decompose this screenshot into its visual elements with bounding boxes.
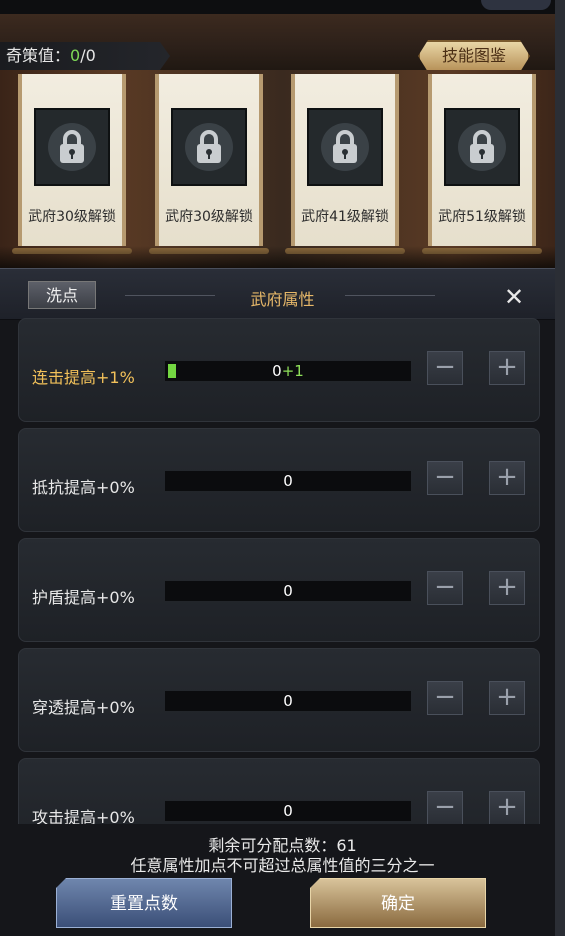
attribute-panel-header: 洗点 武府属性 ✕: [0, 268, 565, 320]
plus-button[interactable]: +: [489, 791, 525, 824]
lock-slot: [171, 108, 247, 186]
attribute-bar: 0: [165, 691, 411, 711]
attribute-bar: 0+1: [165, 361, 411, 381]
plus-button[interactable]: +: [489, 571, 525, 605]
scroll-rod: [12, 248, 132, 254]
reset-points-button[interactable]: 重置点数: [56, 878, 232, 928]
attribute-row: 穿透提高+0% 0 − +: [18, 648, 540, 752]
scroll-unlock-label: 武府41级解锁: [301, 209, 389, 225]
allocation-rule: 任意属性加点不可超过总属性值的三分之一: [130, 856, 435, 875]
right-edge-frame: [555, 0, 565, 936]
lock-slot: [444, 108, 520, 186]
scroll-card[interactable]: 武府30级解锁: [149, 74, 269, 254]
lock-slot: [34, 108, 110, 186]
attribute-value: 0: [272, 362, 282, 380]
top-strip: [0, 0, 565, 15]
scroll-card[interactable]: 武府30级解锁: [12, 74, 132, 254]
plus-button[interactable]: +: [489, 681, 525, 715]
footer: 剩余可分配点数：61 任意属性加点不可超过总属性值的三分之一 重置点数 确定: [0, 824, 565, 936]
attribute-label: 连击提高+1%: [32, 368, 135, 387]
skill-catalog-button[interactable]: 技能图鉴: [418, 40, 530, 72]
lock-icon: [470, 130, 494, 163]
attribute-bar: 0: [165, 581, 411, 601]
scroll-card[interactable]: 武府41级解锁: [285, 74, 405, 254]
attribute-value: 0: [283, 802, 293, 820]
scroll-unlock-label: 武府51级解锁: [438, 209, 526, 225]
attribute-row: 攻击提高+0% 0 − +: [18, 758, 540, 824]
attribute-bar: 0: [165, 801, 411, 821]
minus-button[interactable]: −: [427, 571, 463, 605]
attribute-value: 0: [283, 692, 293, 710]
scroll-card[interactable]: 武府51级解锁: [422, 74, 542, 254]
attribute-label: 抵抗提高+0%: [32, 478, 135, 497]
scroll-rod: [285, 248, 405, 254]
attribute-list[interactable]: 连击提高+1% 0+1 − + 抵抗提高+0% 0 − + 护盾提高+0% 0 …: [14, 318, 544, 824]
strategy-current: 0: [70, 46, 81, 65]
lock-icon: [60, 130, 84, 163]
plus-button[interactable]: +: [489, 461, 525, 495]
minus-button[interactable]: −: [427, 351, 463, 385]
attribute-label: 穿透提高+0%: [32, 698, 135, 717]
attribute-value: 0: [283, 582, 293, 600]
strategy-value-display: 奇策值：0/0: [0, 42, 170, 70]
skill-scroll-area: 武府30级解锁 武府30级解锁 武府41级解锁 武府51级解锁: [0, 70, 565, 268]
attribute-row: 抵抗提高+0% 0 − +: [18, 428, 540, 532]
minus-button[interactable]: −: [427, 791, 463, 824]
scroll-unlock-label: 武府30级解锁: [28, 209, 116, 225]
strategy-label: 奇策值：: [6, 46, 71, 65]
scroll-unlock-label: 武府30级解锁: [165, 209, 253, 225]
confirm-button[interactable]: 确定: [310, 878, 486, 928]
top-pill: [481, 0, 551, 10]
strategy-total: /0: [80, 46, 96, 65]
attribute-value: 0: [283, 472, 293, 490]
attribute-row: 连击提高+1% 0+1 − +: [18, 318, 540, 422]
lock-slot: [307, 108, 383, 186]
scroll-rod: [149, 248, 269, 254]
close-icon[interactable]: ✕: [500, 283, 528, 311]
attribute-row: 护盾提高+0% 0 − +: [18, 538, 540, 642]
attribute-label: 攻击提高+0%: [32, 808, 135, 824]
attribute-pending: +1: [281, 362, 304, 380]
panel-title: 武府属性: [250, 290, 315, 309]
lock-icon: [333, 130, 357, 163]
lock-icon: [197, 130, 221, 163]
minus-button[interactable]: −: [427, 681, 463, 715]
title-divider-right: [345, 295, 435, 296]
header-band: 奇策值：0/0 技能图鉴: [0, 14, 565, 72]
attribute-label: 护盾提高+0%: [32, 588, 135, 607]
plus-button[interactable]: +: [489, 351, 525, 385]
scroll-rod: [422, 248, 542, 254]
minus-button[interactable]: −: [427, 461, 463, 495]
attribute-bar: 0: [165, 471, 411, 491]
